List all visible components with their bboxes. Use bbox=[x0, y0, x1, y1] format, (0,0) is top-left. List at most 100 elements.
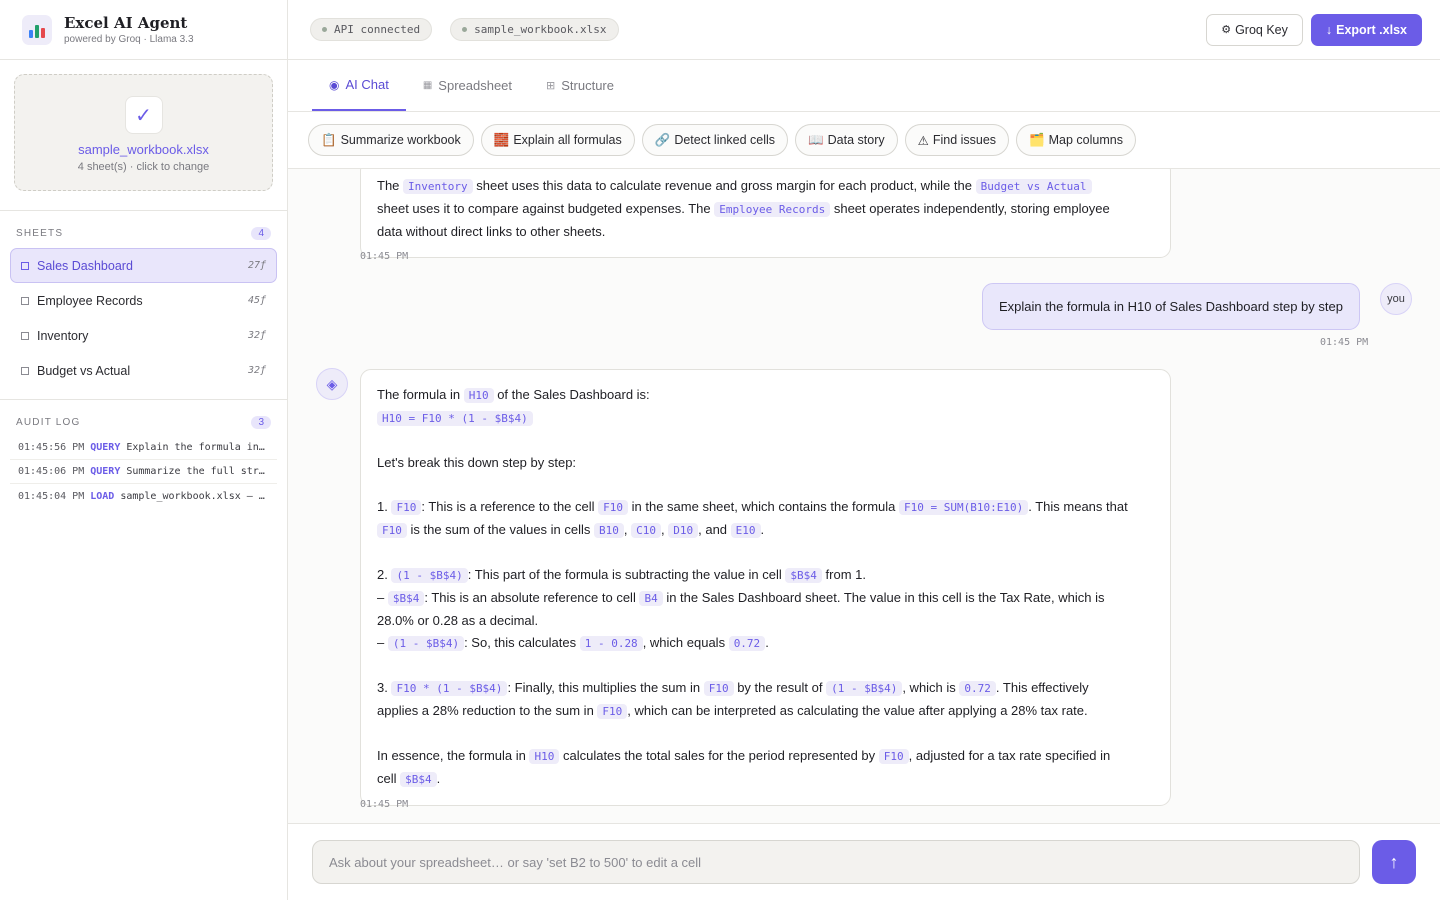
sheet-grid-icon bbox=[21, 261, 29, 270]
warning-icon: ⚠ bbox=[917, 133, 929, 148]
api-status-pill: API connected bbox=[310, 18, 433, 41]
ai-message: The Inventory sheet uses this data to ca… bbox=[360, 169, 1171, 258]
audit-row[interactable]: 01:45:04 PM LOAD sample_workbook.xlsx — … bbox=[10, 484, 277, 508]
sheet-name: Sales Dashboard bbox=[37, 258, 133, 273]
user-message: Explain the formula in H10 of Sales Dash… bbox=[982, 283, 1360, 330]
audit-log: AUDIT LOG 3 01:45:56 PM QUERY Explain th… bbox=[0, 400, 287, 508]
link-icon: 🔗 bbox=[654, 132, 671, 147]
code-chip: Budget vs Actual bbox=[975, 179, 1092, 194]
sheet-item-inventory[interactable]: Inventory 32ƒ bbox=[10, 318, 277, 353]
code-chip: Employee Records bbox=[714, 202, 831, 217]
tab-structure[interactable]: ⊞ Structure bbox=[529, 60, 631, 111]
code-chip: H10 bbox=[529, 749, 560, 764]
sheet-item-budget-vs-actual[interactable]: Budget vs Actual 32ƒ bbox=[10, 353, 277, 388]
text: , which is bbox=[902, 680, 960, 695]
quick-action-label: Data story bbox=[827, 133, 885, 147]
text: sheet operates independently, storing em… bbox=[830, 201, 1110, 216]
sheet-name: Inventory bbox=[37, 328, 89, 343]
text: : This is an absolute reference to cell bbox=[424, 590, 640, 605]
audit-type: QUERY bbox=[90, 442, 121, 453]
divider bbox=[0, 210, 287, 211]
text: . bbox=[765, 635, 769, 650]
app-subtitle: powered by Groq · Llama 3.3 bbox=[64, 34, 194, 45]
summarize-workbook-button[interactable]: 📋 Summarize workbook bbox=[308, 124, 474, 156]
text: , which equals bbox=[642, 635, 729, 650]
groq-key-button[interactable]: ⚙ Groq Key bbox=[1206, 13, 1303, 46]
code-chip: $B$4 bbox=[387, 591, 425, 606]
top-bar: API connected sample_workbook.xlsx ⚙ Gro… bbox=[288, 0, 1440, 60]
chat-input[interactable] bbox=[312, 840, 1360, 884]
tab-bar: ◉ AI Chat ▦ Spreadsheet ⊞ Structure bbox=[288, 60, 1440, 112]
api-status-text: API connected bbox=[334, 23, 421, 36]
status-dot-icon bbox=[322, 27, 327, 32]
sheet-item-sales-dashboard[interactable]: Sales Dashboard 27ƒ bbox=[10, 248, 277, 283]
detect-linked-cells-button[interactable]: 🔗 Detect linked cells bbox=[641, 124, 789, 156]
code-chip: D10 bbox=[668, 523, 699, 538]
data-story-button[interactable]: 📖 Data story bbox=[795, 124, 898, 156]
file-upload-zone[interactable]: ✓ sample_workbook.xlsx 4 sheet(s) · clic… bbox=[14, 74, 273, 191]
sheet-formula-count: 27ƒ bbox=[247, 260, 266, 271]
bricks-icon: 🧱 bbox=[493, 132, 510, 147]
audit-count-badge: 3 bbox=[251, 415, 271, 429]
find-issues-button[interactable]: ⚠ Find issues bbox=[904, 124, 1010, 156]
text: , adjusted for a tax rate specified in bbox=[908, 748, 1111, 763]
sheet-item-employee-records[interactable]: Employee Records 45ƒ bbox=[10, 283, 277, 318]
code-chip: F10 bbox=[878, 749, 909, 764]
code-chip: $B$4 bbox=[400, 772, 437, 787]
code-chip: F10 bbox=[391, 500, 422, 515]
tab-ai-chat[interactable]: ◉ AI Chat bbox=[312, 60, 406, 111]
quick-action-label: Map columns bbox=[1048, 133, 1123, 147]
explain-formulas-button[interactable]: 🧱 Explain all formulas bbox=[480, 124, 635, 156]
text: data without direct links to other sheet… bbox=[377, 224, 606, 239]
text: 1. bbox=[377, 499, 392, 514]
sheet-grid-icon bbox=[21, 331, 29, 340]
text: Let's break this down step by step: bbox=[377, 455, 577, 470]
map-columns-button[interactable]: 🗂️ Map columns bbox=[1016, 124, 1136, 156]
text: The bbox=[377, 178, 404, 193]
code-chip: C10 bbox=[631, 523, 662, 538]
text: : This part of the formula is subtractin… bbox=[467, 567, 786, 582]
text: : Finally, this multiplies the sum in bbox=[507, 680, 704, 695]
text: applies a 28% reduction to the sum in bbox=[377, 703, 598, 718]
checkmark-icon: ✓ bbox=[124, 96, 163, 134]
code-chip: (1 - $B$4) bbox=[391, 568, 468, 583]
export-button[interactable]: ↓ Export .xlsx bbox=[1310, 13, 1422, 46]
audit-row[interactable]: 01:45:56 PM QUERY Explain the formula in… bbox=[10, 436, 277, 460]
quick-action-label: Find issues bbox=[932, 133, 997, 147]
text: sheet uses it to compare against budgete… bbox=[377, 201, 715, 216]
chat-thread[interactable]: The Inventory sheet uses this data to ca… bbox=[288, 169, 1440, 823]
text: . This effectively bbox=[995, 680, 1089, 695]
text: of the Sales Dashboard is: bbox=[493, 387, 650, 402]
sheets-count-badge: 4 bbox=[251, 226, 271, 240]
text: , which can be interpreted as calculatin… bbox=[627, 703, 1088, 718]
audit-type: QUERY bbox=[90, 466, 121, 477]
file-pill-text: sample_workbook.xlsx bbox=[474, 23, 607, 36]
user-avatar: you bbox=[1380, 283, 1412, 315]
text: 3. bbox=[377, 680, 392, 695]
sheet-list: Sales Dashboard 27ƒ Employee Records 45ƒ… bbox=[0, 248, 287, 388]
export-label: Export .xlsx bbox=[1336, 22, 1407, 37]
message-timestamp: 01:45 PM bbox=[360, 799, 409, 810]
text: 28.0% or 0.28 as a decimal. bbox=[377, 613, 539, 628]
code-chip: H10 = F10 * (1 - $B$4) bbox=[377, 411, 533, 426]
code-chip: B4 bbox=[639, 591, 663, 606]
code-chip: F10 bbox=[703, 681, 734, 696]
text: is the sum of the values in cells bbox=[406, 522, 595, 537]
download-arrow-icon: ↓ bbox=[1325, 22, 1333, 37]
sheet-name: Employee Records bbox=[37, 293, 143, 308]
audit-label: AUDIT LOG bbox=[16, 416, 81, 428]
book-icon: 📖 bbox=[808, 132, 824, 147]
status-dot-icon bbox=[462, 27, 468, 32]
quick-actions-bar: 📋 Summarize workbook 🧱 Explain all formu… bbox=[288, 112, 1440, 169]
audit-row[interactable]: 01:45:06 PM QUERY Summarize the full str… bbox=[10, 460, 277, 484]
tab-spreadsheet[interactable]: ▦ Spreadsheet bbox=[406, 60, 529, 111]
text: by the result of bbox=[733, 680, 827, 695]
send-button[interactable]: ↑ bbox=[1372, 840, 1416, 884]
sidebar: Excel AI Agent powered by Groq · Llama 3… bbox=[0, 0, 288, 900]
brand-header: Excel AI Agent powered by Groq · Llama 3… bbox=[0, 0, 287, 60]
ai-avatar-diamond-icon: ◈ bbox=[316, 368, 348, 400]
text: from 1. bbox=[821, 567, 866, 582]
quick-action-label: Summarize workbook bbox=[340, 133, 461, 147]
code-chip: F10 bbox=[377, 523, 407, 538]
code-chip: (1 - $B$4) bbox=[387, 636, 465, 651]
